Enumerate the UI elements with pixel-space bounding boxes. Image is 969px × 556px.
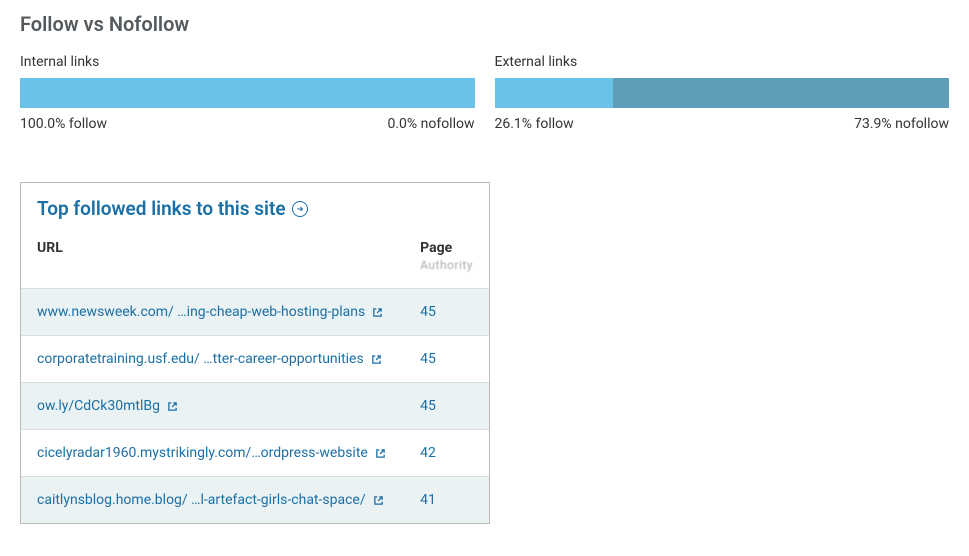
external-links-chart: External links 26.1% follow 73.9% nofoll…	[495, 54, 950, 132]
page-authority-value: 42	[404, 430, 489, 477]
followed-links-table: URL Page Authority www.newsweek.com/ …in…	[21, 230, 489, 523]
external-follow-caption: 26.1% follow	[495, 116, 574, 132]
external-link-icon	[370, 353, 383, 366]
internal-nofollow-caption: 0.0% nofollow	[387, 116, 474, 132]
link-url[interactable]: caitlynsblog.home.blog/ …l-artefact-girl…	[37, 492, 385, 508]
page-authority-value: 41	[404, 477, 489, 524]
col-page: Page Authority	[404, 230, 489, 289]
table-row: corporatetraining.usf.edu/ …tter-career-…	[21, 336, 489, 383]
external-nofollow-caption: 73.9% nofollow	[854, 116, 949, 132]
external-link-icon	[371, 306, 384, 319]
internal-links-chart: Internal links 100.0% follow 0.0% nofoll…	[20, 54, 475, 132]
internal-follow-segment	[20, 78, 475, 108]
internal-follow-caption: 100.0% follow	[20, 116, 107, 132]
info-icon[interactable]	[292, 201, 308, 217]
external-links-label: External links	[495, 54, 950, 70]
table-row: cicelyradar1960.mystrikingly.com/…ordpre…	[21, 430, 489, 477]
col-url: URL	[21, 230, 404, 289]
page-authority-value: 45	[404, 336, 489, 383]
table-row: ow.ly/CdCk30mtlBg 45	[21, 383, 489, 430]
internal-links-bar	[20, 78, 475, 108]
link-url[interactable]: www.newsweek.com/ …ing-cheap-web-hosting…	[37, 304, 384, 320]
external-link-icon	[166, 400, 179, 413]
external-follow-segment	[495, 78, 614, 108]
card-title[interactable]: Top followed links to this site	[37, 197, 286, 220]
external-link-icon	[372, 494, 385, 507]
internal-links-label: Internal links	[20, 54, 475, 70]
section-title: Follow vs Nofollow	[20, 12, 949, 36]
follow-nofollow-charts: Internal links 100.0% follow 0.0% nofoll…	[20, 54, 949, 132]
page-authority-value: 45	[404, 289, 489, 336]
external-link-icon	[374, 447, 387, 460]
page-authority-value: 45	[404, 383, 489, 430]
link-url[interactable]: cicelyradar1960.mystrikingly.com/…ordpre…	[37, 445, 387, 461]
external-links-bar	[495, 78, 950, 108]
link-url[interactable]: corporatetraining.usf.edu/ …tter-career-…	[37, 351, 383, 367]
external-nofollow-segment	[613, 78, 949, 108]
table-row: caitlynsblog.home.blog/ …l-artefact-girl…	[21, 477, 489, 524]
table-row: www.newsweek.com/ …ing-cheap-web-hosting…	[21, 289, 489, 336]
top-followed-links-card: Top followed links to this site URL Page…	[20, 182, 490, 524]
link-url[interactable]: ow.ly/CdCk30mtlBg	[37, 398, 179, 414]
